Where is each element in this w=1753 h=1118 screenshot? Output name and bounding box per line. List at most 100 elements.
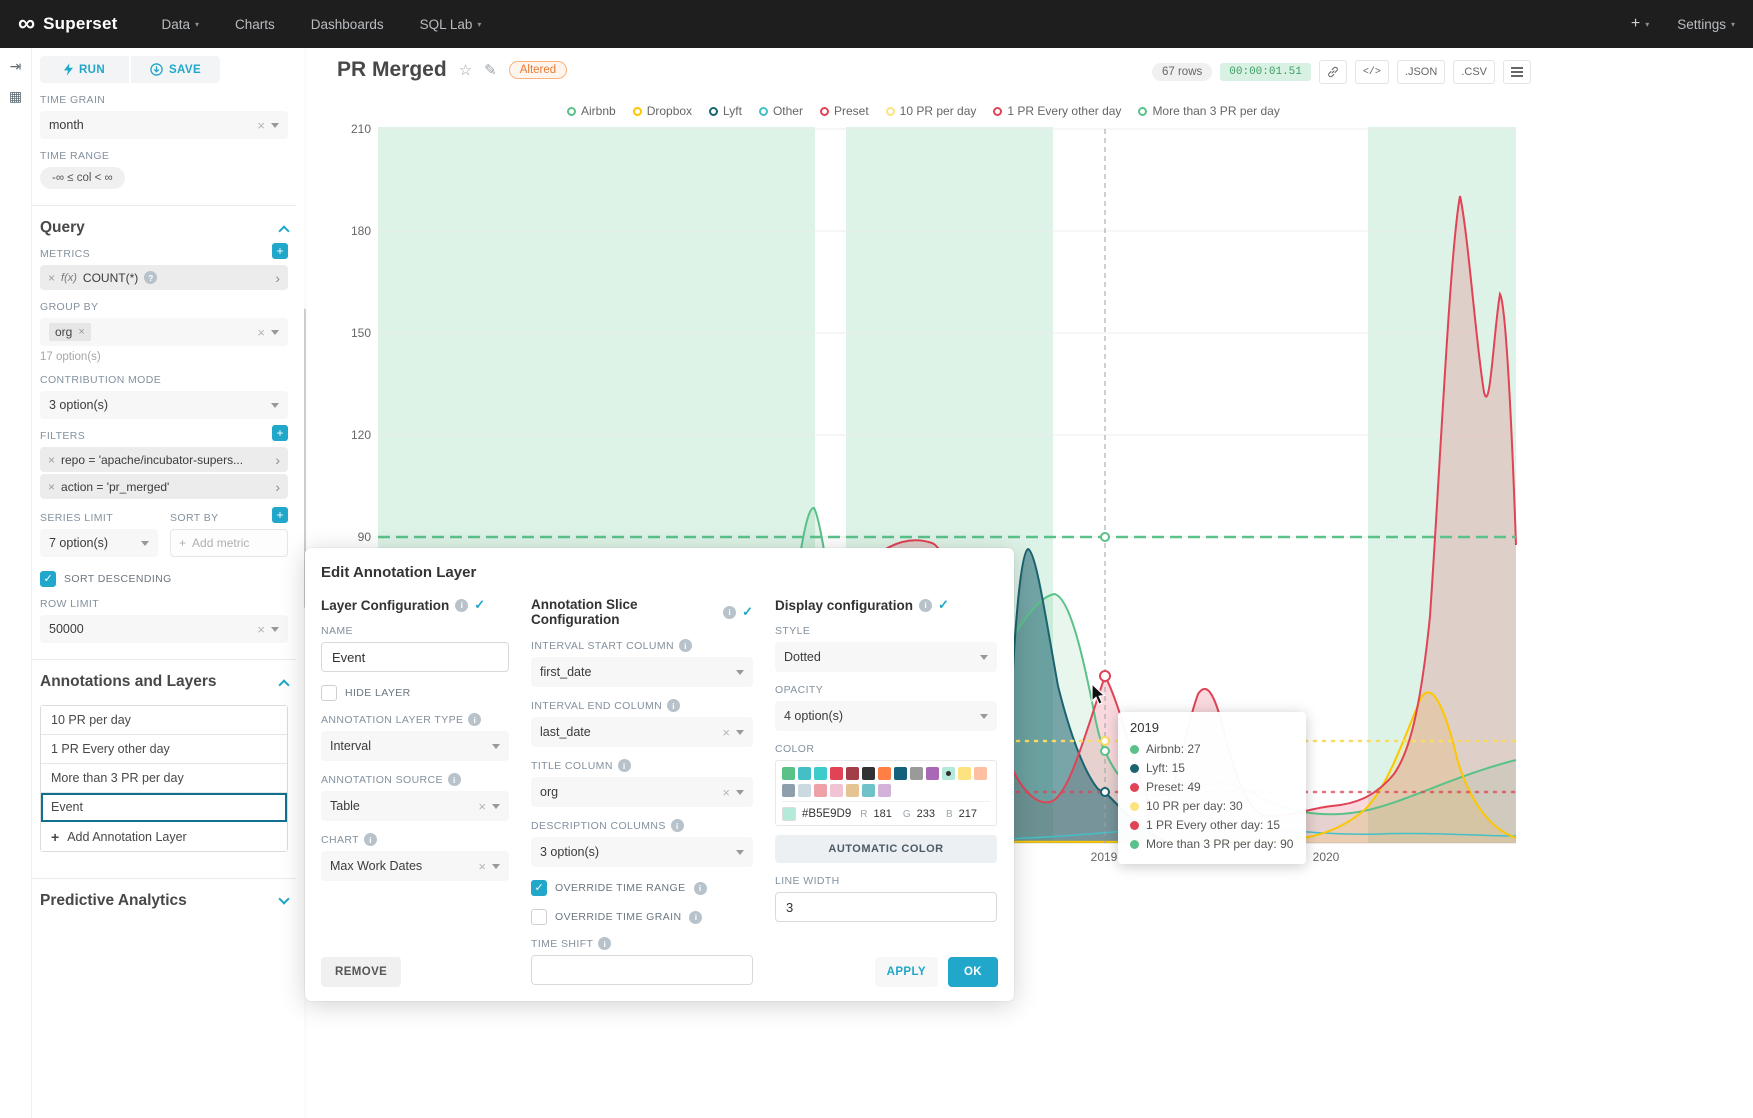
remove-metric-icon[interactable]: ×	[48, 271, 55, 285]
color-swatch[interactable]	[814, 784, 827, 797]
color-swatch[interactable]	[830, 784, 843, 797]
clear-icon[interactable]: ×	[722, 786, 730, 799]
clear-icon[interactable]: ×	[722, 726, 730, 739]
save-button[interactable]: SAVE	[131, 56, 220, 83]
style-select[interactable]: Dotted	[775, 642, 997, 672]
info-icon[interactable]: i	[694, 882, 707, 895]
clear-icon[interactable]: ×	[478, 860, 486, 873]
info-icon[interactable]: i	[448, 773, 461, 786]
nav-sql-lab[interactable]: SQL Lab▾	[420, 17, 482, 32]
export-csv-button[interactable]: .CSV	[1453, 60, 1495, 84]
color-swatch[interactable]	[958, 767, 971, 780]
legend-item[interactable]: Airbnb	[567, 104, 616, 118]
remove-filter-icon[interactable]: ×	[48, 480, 55, 494]
interval-end-column-select[interactable]: last_date ×	[531, 717, 753, 747]
contribution-mode-select[interactable]: 3 option(s)	[40, 391, 288, 419]
add-sort-metric-button[interactable]: +	[272, 507, 288, 523]
remove-tag-icon[interactable]: ×	[78, 326, 84, 338]
add-annotation-layer-button[interactable]: + Add Annotation Layer	[41, 822, 287, 851]
clear-icon[interactable]: ×	[257, 119, 265, 132]
legend-item[interactable]: Lyft	[709, 104, 742, 118]
info-icon[interactable]: i	[723, 606, 736, 619]
superset-logo[interactable]: ∞ Superset	[18, 12, 117, 36]
share-link-button[interactable]	[1319, 60, 1347, 84]
checkbox-checked[interactable]	[40, 571, 56, 587]
hex-value[interactable]: #B5E9D9	[802, 808, 851, 820]
color-swatch[interactable]	[894, 767, 907, 780]
filter-pill[interactable]: × repo = 'apache/incubator-supers... ›	[40, 447, 288, 472]
info-icon[interactable]: i	[671, 819, 684, 832]
color-swatch[interactable]	[862, 767, 875, 780]
sort-by-add-metric[interactable]: + Add metric	[170, 529, 288, 557]
checkbox-unchecked[interactable]	[531, 909, 547, 925]
opacity-select[interactable]: 4 option(s)	[775, 701, 997, 731]
nav-data[interactable]: Data▾	[161, 17, 199, 32]
chevron-right-icon[interactable]: ›	[275, 479, 280, 495]
color-swatch[interactable]	[814, 767, 827, 780]
b-value[interactable]: 217	[959, 808, 977, 820]
color-swatch[interactable]	[846, 784, 859, 797]
info-icon[interactable]: i	[468, 713, 481, 726]
run-button[interactable]: RUN	[40, 56, 129, 83]
add-filter-button[interactable]: +	[272, 425, 288, 441]
chevron-right-icon[interactable]: ›	[275, 270, 280, 286]
color-swatch[interactable]	[782, 784, 795, 797]
info-icon[interactable]: i	[455, 599, 468, 612]
time-grain-select[interactable]: month ×	[40, 111, 288, 139]
hide-layer-checkbox[interactable]: HIDE LAYER	[321, 685, 509, 701]
new-item-dropdown[interactable]: +▾	[1631, 15, 1649, 33]
color-swatch[interactable]	[782, 767, 795, 780]
annotation-layer-item[interactable]: More than 3 PR per day	[41, 764, 287, 793]
chart-select[interactable]: Max Work Dates ×	[321, 851, 509, 881]
legend-item[interactable]: Other	[759, 104, 803, 118]
row-limit-select[interactable]: 50000 ×	[40, 615, 288, 643]
info-icon[interactable]: i	[679, 639, 692, 652]
g-value[interactable]: 233	[917, 808, 935, 820]
color-swatch[interactable]	[846, 767, 859, 780]
color-swatch[interactable]	[830, 767, 843, 780]
annotation-layer-item[interactable]: 1 PR Every other day	[41, 735, 287, 764]
info-icon[interactable]: i	[618, 759, 631, 772]
info-icon[interactable]: i	[598, 937, 611, 950]
legend-item[interactable]: Preset	[820, 104, 869, 118]
nav-charts[interactable]: Charts	[235, 17, 275, 32]
info-icon[interactable]: i	[919, 599, 932, 612]
ok-button[interactable]: OK	[948, 957, 998, 987]
info-icon[interactable]: i	[667, 699, 680, 712]
legend-item[interactable]: More than 3 PR per day	[1138, 104, 1279, 118]
color-swatch[interactable]	[926, 767, 939, 780]
color-swatch[interactable]	[878, 767, 891, 780]
export-json-button[interactable]: .JSON	[1397, 60, 1445, 84]
color-swatch[interactable]	[862, 784, 875, 797]
chevron-right-icon[interactable]: ›	[275, 452, 280, 468]
clear-icon[interactable]: ×	[478, 800, 486, 813]
checkbox-checked[interactable]	[531, 880, 547, 896]
color-swatch[interactable]	[974, 767, 987, 780]
collapse-panel-icon[interactable]: ⇥	[10, 58, 22, 75]
color-swatch[interactable]	[878, 784, 891, 797]
filter-pill[interactable]: × action = 'pr_merged' ›	[40, 474, 288, 499]
datasource-icon[interactable]: ▦	[9, 88, 22, 105]
question-icon[interactable]: ?	[144, 271, 157, 284]
annotation-layer-item-selected[interactable]: Event	[41, 793, 287, 822]
color-swatch[interactable]	[910, 767, 923, 780]
r-value[interactable]: 181	[873, 808, 891, 820]
remove-button[interactable]: REMOVE	[321, 957, 401, 987]
embed-code-button[interactable]: </>	[1355, 60, 1389, 84]
group-by-select[interactable]: org× ×	[40, 318, 288, 346]
add-metric-button[interactable]: +	[272, 243, 288, 259]
remove-filter-icon[interactable]: ×	[48, 453, 55, 467]
description-columns-select[interactable]: 3 option(s)	[531, 837, 753, 867]
legend-item[interactable]: Dropbox	[633, 104, 692, 118]
annotation-layer-item[interactable]: 10 PR per day	[41, 706, 287, 735]
override-time-grain-checkbox[interactable]: OVERRIDE TIME GRAIN i	[531, 909, 753, 925]
automatic-color-button[interactable]: AUTOMATIC COLOR	[775, 835, 997, 863]
star-icon[interactable]: ☆	[459, 61, 472, 79]
settings-dropdown[interactable]: Settings▾	[1677, 17, 1735, 32]
nav-dashboards[interactable]: Dashboards	[311, 17, 384, 32]
override-time-range-checkbox[interactable]: OVERRIDE TIME RANGE i	[531, 880, 753, 896]
line-width-input[interactable]	[775, 892, 997, 922]
interval-start-column-select[interactable]: first_date	[531, 657, 753, 687]
legend-item[interactable]: 1 PR Every other day	[993, 104, 1121, 118]
query-section-header[interactable]: Query	[40, 219, 288, 237]
